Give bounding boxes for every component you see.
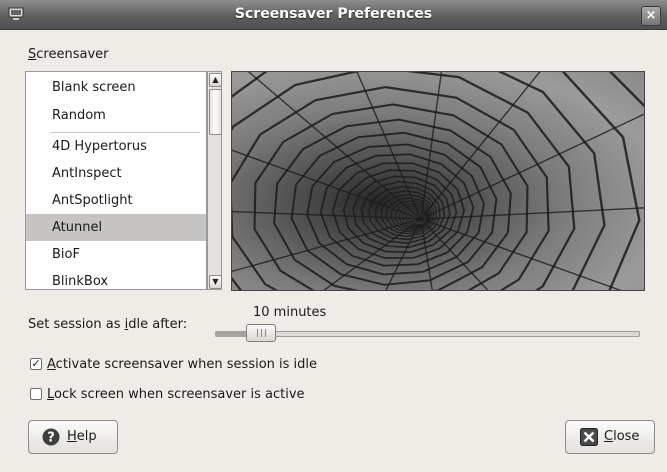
list-item-blinkbox[interactable]: BlinkBox xyxy=(26,268,206,289)
chevron-down-icon: ▼ xyxy=(212,277,219,286)
list-item-4d-hypertorus[interactable]: 4D Hypertorus xyxy=(26,133,206,160)
close-button-label: Close xyxy=(604,429,640,444)
idle-after-label: Set session as idle after: xyxy=(28,317,188,332)
close-button[interactable]: Close xyxy=(565,420,655,454)
close-icon: × xyxy=(645,8,657,23)
slider-grip xyxy=(261,329,262,337)
help-button[interactable]: ? Help xyxy=(28,420,118,454)
idle-slider-thumb[interactable] xyxy=(246,324,276,342)
title-bar: Screensaver Preferences × xyxy=(0,0,667,30)
checkmark-icon: ✓ xyxy=(31,357,41,370)
lock-screen-label[interactable]: Lock screen when screensaver is active xyxy=(47,387,305,402)
screensaver-preview xyxy=(231,71,645,291)
window-title: Screensaver Preferences xyxy=(234,6,433,22)
list-item-antspotlight[interactable]: AntSpotlight xyxy=(26,187,206,214)
help-button-label: Help xyxy=(67,429,97,444)
list-item-antinspect[interactable]: AntInspect xyxy=(26,160,206,187)
list-scrollbar[interactable]: ▲ ▼ xyxy=(207,71,222,290)
scroll-down-button[interactable]: ▼ xyxy=(209,275,222,289)
slider-grip xyxy=(265,329,266,337)
activate-screensaver-checkbox[interactable]: ✓ xyxy=(30,358,42,370)
tunnel-preview-image xyxy=(232,72,644,290)
list-item-atunnel[interactable]: Atunnel xyxy=(26,214,206,241)
chevron-up-icon: ▲ xyxy=(212,75,219,84)
svg-text:?: ? xyxy=(47,431,55,446)
help-icon: ? xyxy=(42,428,60,446)
list-item-blank-screen[interactable]: Blank screen xyxy=(26,74,206,101)
slider-grip xyxy=(257,329,258,337)
scrollbar-thumb[interactable] xyxy=(209,89,222,135)
list-item-biof[interactable]: BioF xyxy=(26,241,206,268)
screensaver-list[interactable]: Blank screen Random 4D Hypertorus AntIns… xyxy=(25,71,207,290)
window-close-button[interactable]: × xyxy=(641,6,661,26)
screensaver-section-label: Screensaver xyxy=(28,47,109,62)
idle-slider-track[interactable] xyxy=(215,331,640,337)
close-icon xyxy=(580,428,598,446)
lock-screen-checkbox[interactable] xyxy=(30,388,42,400)
idle-value-label: 10 minutes xyxy=(253,305,327,320)
activate-screensaver-label[interactable]: Activate screensaver when session is idl… xyxy=(47,357,317,372)
list-item-random[interactable]: Random xyxy=(26,102,206,129)
scroll-up-button[interactable]: ▲ xyxy=(209,73,222,87)
